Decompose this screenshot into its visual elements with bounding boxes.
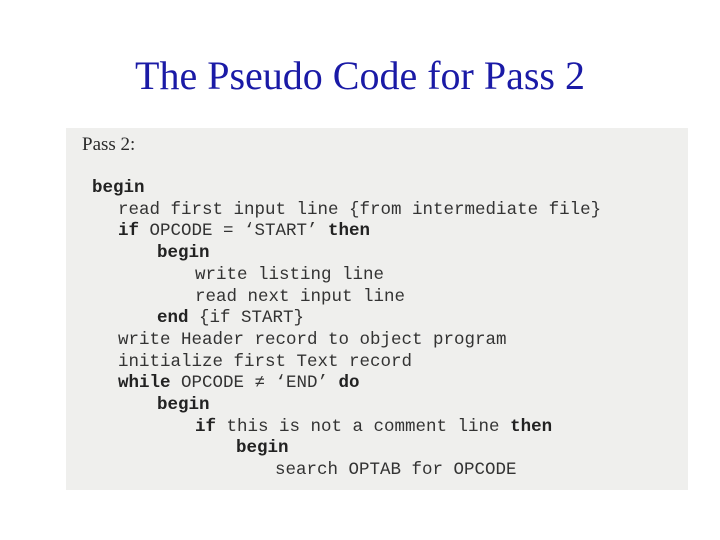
code-line: if this is not a comment line then — [195, 417, 552, 437]
code-text: this is not a comment line — [216, 416, 511, 437]
code-keyword: while — [118, 373, 171, 394]
slide-title: The Pseudo Code for Pass 2 — [135, 53, 585, 98]
code-text: OPCODE = ‘START’ — [139, 221, 329, 242]
code-keyword: begin — [236, 438, 289, 459]
code-text: read first input line {from intermediate… — [118, 199, 602, 220]
code-line: write Header record to object program — [118, 330, 507, 350]
code-line: begin — [236, 438, 289, 458]
code-text: write listing line — [195, 264, 385, 285]
code-line: initialize first Text record — [118, 352, 412, 372]
code-keyword: begin — [92, 178, 145, 198]
pass-heading: Pass 2: — [82, 134, 136, 155]
code-line: begin — [157, 395, 210, 415]
code-text: read next input line — [195, 286, 406, 307]
code-line: write listing line — [195, 265, 384, 285]
code-text: OPCODE ≠ ‘END’ — [170, 373, 339, 394]
code-keyword: if — [195, 416, 217, 437]
code-keyword: begin — [157, 243, 210, 264]
scanned-code-image: Pass 2: begin read first input line {from… — [66, 128, 688, 490]
code-keyword: begin — [157, 395, 210, 415]
code-line: if OPCODE = ‘START’ then — [118, 221, 370, 241]
code-text: {if START} — [188, 308, 305, 329]
code-line: begin — [92, 178, 145, 198]
code-line: read next input line — [195, 287, 405, 307]
code-line: begin — [157, 243, 210, 263]
code-text: initialize first Text record — [118, 351, 413, 372]
code-keyword: then — [328, 221, 371, 242]
code-keyword: do — [338, 373, 360, 394]
code-line: end {if START} — [157, 308, 304, 328]
code-text: write Header record to object program — [118, 329, 507, 350]
code-text: search OPTAB for OPCODE — [275, 460, 517, 481]
code-keyword: if — [118, 221, 140, 242]
code-line: read first input line {from intermediate… — [118, 200, 601, 220]
code-line: while OPCODE ≠ ‘END’ do — [118, 373, 360, 393]
code-keyword: then — [510, 416, 553, 437]
code-keyword: end — [157, 308, 189, 329]
code-line: search OPTAB for OPCODE — [275, 460, 517, 480]
